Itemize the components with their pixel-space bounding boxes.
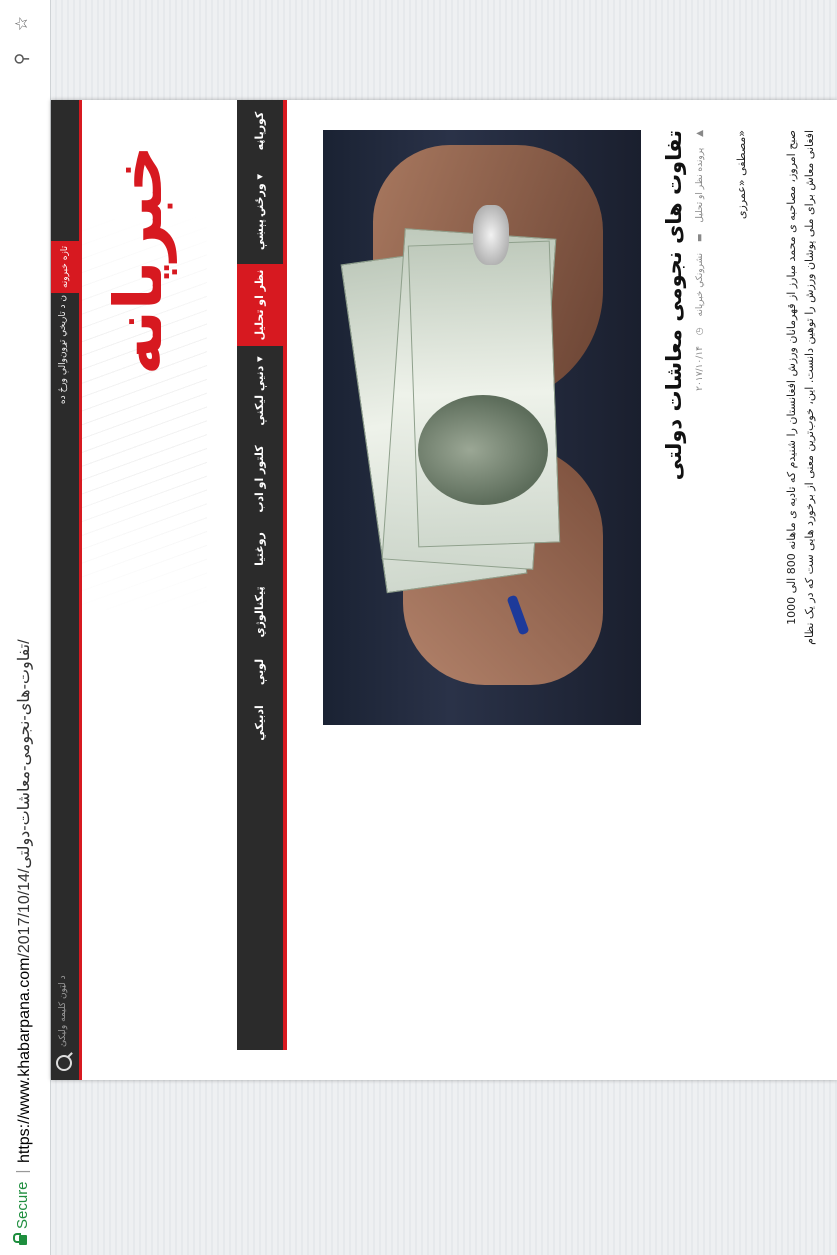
nav-item-culture[interactable]: کلتور او ادب [237, 437, 283, 521]
news-ticker-text[interactable]: ن د تاریخي تړون‌والې ورځ ده [58, 295, 68, 404]
url-path: /2017/10/14/تفاوت-های-نجومی-معاشات-دولتی… [16, 639, 33, 958]
clock-icon: ◷ [695, 327, 705, 336]
news-ticker-badge: تازه خبرونه [51, 241, 79, 293]
nav-accent-line [283, 100, 287, 1050]
lock-icon [19, 1235, 27, 1245]
nav-item-opinion[interactable]: نظر او تحلیل [237, 264, 283, 346]
user-icon: ▲ [695, 130, 705, 137]
nav-item-health[interactable]: روغتیا [237, 524, 283, 574]
meta-date: ۲۰۱۷/۱۰/۱۴ [695, 346, 705, 391]
article-body-line: صبح امروز، مصاحبه ی محمد مبارز از قهرمان… [785, 130, 798, 625]
article-title[interactable]: تفاوت های نجومی معاشات دولتی [662, 130, 686, 735]
nav-item-literature[interactable]: ادبیکي [237, 697, 283, 749]
photo-portrait [418, 395, 548, 505]
meta-category[interactable]: پرونده نظر او تحلیل [695, 148, 705, 223]
left-background [51, 1080, 837, 1255]
secure-label: Secure [14, 1181, 31, 1229]
browser-window: Secure | https://www.khabarpana.com/2017/… [0, 0, 837, 1255]
address-bar[interactable]: Secure | https://www.khabarpana.com/2017/… [0, 0, 51, 1255]
right-background [51, 0, 837, 100]
article-featured-image [323, 130, 641, 725]
url-separator: | [14, 1169, 31, 1174]
secure-indicator[interactable]: Secure | [14, 1162, 31, 1245]
nav-item-home[interactable]: کورپاڼه [237, 102, 283, 160]
star-icon[interactable]: ☆ [12, 16, 32, 31]
url-actions: ⚲ ☆ [12, 16, 32, 81]
article-author-line: مصطفی «عمرزی» [735, 130, 748, 220]
nav-item-daily-events[interactable]: ورځنۍ پېښې ▾ [237, 164, 283, 260]
url-host: https://www.khabarpana.com [16, 957, 33, 1163]
site-logo[interactable]: خبرپانه [100, 125, 177, 395]
photo-ring [473, 205, 509, 265]
search-input[interactable]: د لټون کلیمه ولیکئ [58, 975, 68, 1047]
nav-item-technology[interactable]: ټیکنالوژي [237, 577, 283, 647]
article-body-line: افغانی معاش برای ملی پوشان ورزش را توهین… [803, 130, 816, 645]
meta-author[interactable]: نشرونکي خبرپانه [695, 253, 705, 317]
article-meta: ۲۰۱۷/۱۰/۱۴ ◷ پرونده نظر او تحلیل ▬ نشرون… [695, 130, 705, 615]
zoom-icon[interactable]: ⚲ [12, 53, 32, 65]
folder-icon: ▬ [695, 233, 705, 243]
search-icon[interactable] [56, 1055, 72, 1071]
url-field[interactable]: https://www.khabarpana.com/2017/10/14/تف… [14, 639, 34, 1163]
nav-item-sports[interactable]: لوبې [237, 651, 283, 693]
nav-item-world-writings[interactable]: دنیې لیکنې ▾ [237, 349, 283, 433]
